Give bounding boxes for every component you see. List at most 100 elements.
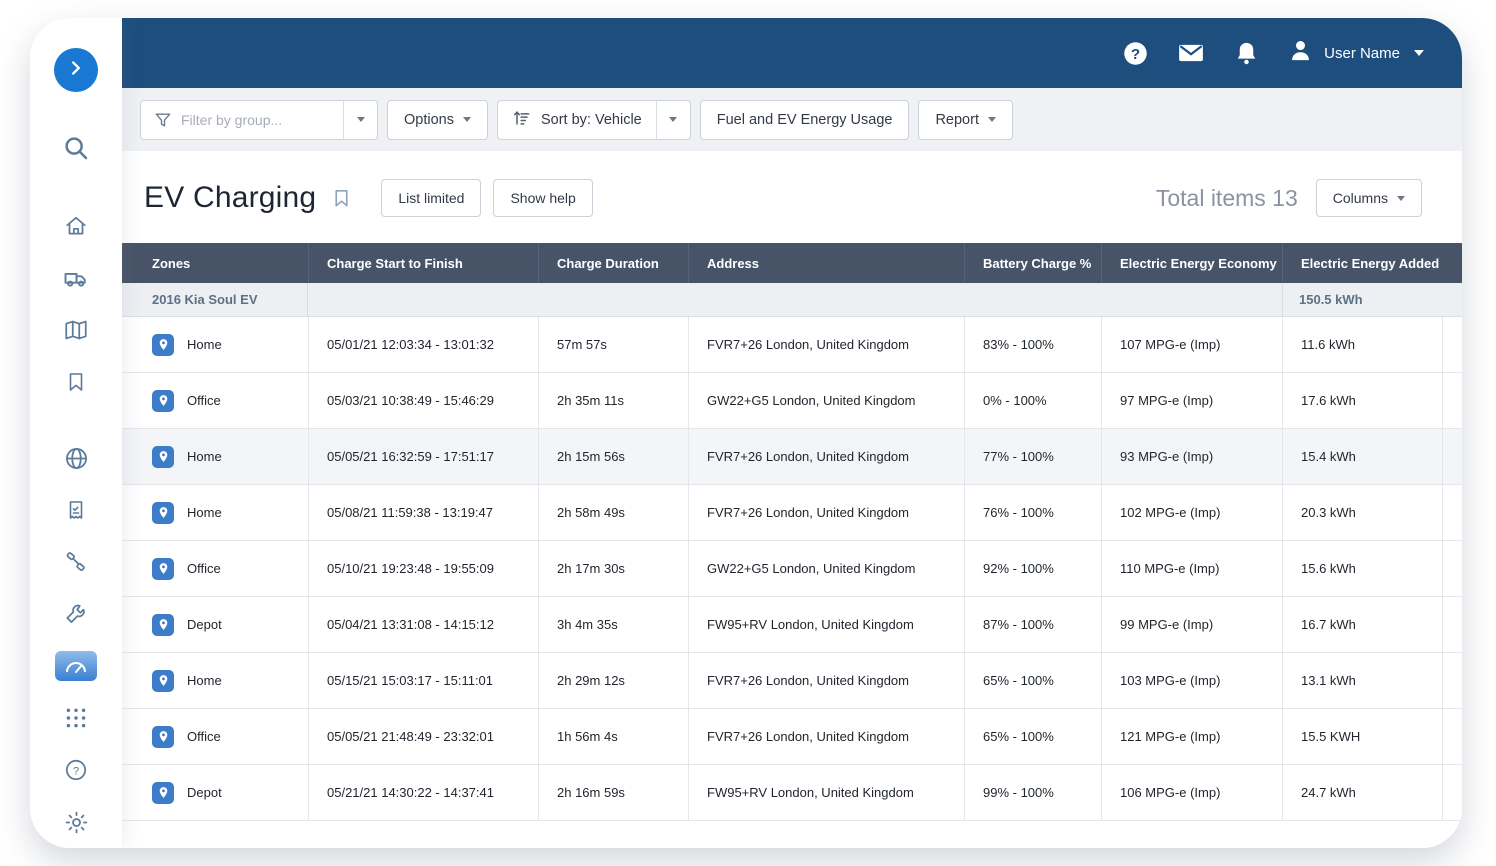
column-header-electric-energy-economy[interactable]: Electric Energy Economy <box>1101 243 1282 283</box>
sidebar-expand-button[interactable] <box>54 48 98 92</box>
sidebar-item-connections[interactable] <box>50 536 102 588</box>
mail-icon[interactable] <box>1176 38 1206 68</box>
zone-label: Depot <box>187 617 222 632</box>
sidebar-item-home[interactable] <box>50 200 102 252</box>
bookmark-outline-icon[interactable] <box>330 185 353 211</box>
charge-start-finish-cell: 05/08/21 11:59:38 - 13:19:47 <box>308 485 538 540</box>
address-cell: FVR7+26 London, United Kingdom <box>688 429 964 484</box>
electric-energy-added-cell: 11.6 kWh <box>1282 317 1442 372</box>
sort-button[interactable]: Sort by: Vehicle <box>498 101 656 139</box>
list-limited-button[interactable]: List limited <box>381 179 481 217</box>
location-pin-icon <box>152 390 174 412</box>
app-window: ? ? User Name <box>30 18 1462 848</box>
options-button[interactable]: Options <box>387 100 488 140</box>
battery-charge-cell: 77% - 100% <box>964 429 1101 484</box>
table-row[interactable]: Home 05/01/21 12:03:34 - 13:01:32 57m 57… <box>122 317 1462 373</box>
wrench-icon <box>63 601 89 627</box>
charge-duration-cell: 1h 56m 4s <box>538 709 688 764</box>
caret-down-icon <box>357 117 365 122</box>
table-row[interactable]: Home 05/08/21 11:59:38 - 13:19:47 2h 58m… <box>122 485 1462 541</box>
column-header-charge-start-to-finish[interactable]: Charge Start to Finish <box>308 243 538 283</box>
total-items-label: Total items 13 <box>1156 185 1298 212</box>
filter-group <box>140 100 378 140</box>
location-pin-icon <box>152 614 174 636</box>
table-row[interactable]: Office 05/05/21 21:48:49 - 23:32:01 1h 5… <box>122 709 1462 765</box>
sidebar-item-search[interactable] <box>50 122 102 174</box>
electric-energy-added-cell: 13.1 kWh <box>1282 653 1442 708</box>
sidebar-item-reports[interactable] <box>50 484 102 536</box>
table-row[interactable]: Depot 05/21/21 14:30:22 - 14:37:41 2h 16… <box>122 765 1462 821</box>
show-help-button[interactable]: Show help <box>493 179 592 217</box>
zone-label: Office <box>187 729 221 744</box>
sidebar-item-settings[interactable] <box>50 796 102 848</box>
charge-duration-cell: 57m 57s <box>538 317 688 372</box>
zone-cell: Office <box>122 373 308 428</box>
zone-cell: Home <box>122 317 308 372</box>
zone-cell: Depot <box>122 765 308 820</box>
electric-energy-economy-cell: 106 MPG-e (Imp) <box>1101 765 1282 820</box>
map-icon <box>63 317 89 343</box>
sidebar-item-map[interactable] <box>50 304 102 356</box>
electric-energy-added-cell: 17.6 kWh <box>1282 373 1442 428</box>
electric-energy-economy-cell: 103 MPG-e (Imp) <box>1101 653 1282 708</box>
location-pin-icon <box>152 334 174 356</box>
zone-cell: Home <box>122 429 308 484</box>
filter-input[interactable] <box>173 101 343 139</box>
column-header-battery-charge[interactable]: Battery Charge % <box>964 243 1101 283</box>
fuel-ev-energy-usage-button[interactable]: Fuel and EV Energy Usage <box>700 100 910 140</box>
zone-cell: Office <box>122 541 308 596</box>
zone-cell: Home <box>122 485 308 540</box>
zone-label: Home <box>187 673 222 688</box>
bell-icon[interactable] <box>1233 40 1260 67</box>
filter-dropdown-button[interactable] <box>343 101 377 139</box>
column-header-address[interactable]: Address <box>688 243 964 283</box>
sidebar-item-web[interactable] <box>50 432 102 484</box>
sidebar-item-apps[interactable] <box>50 692 102 744</box>
charge-duration-cell: 2h 29m 12s <box>538 653 688 708</box>
column-header-zones[interactable]: Zones <box>122 243 308 283</box>
sidebar-item-bookmarks[interactable] <box>50 356 102 408</box>
options-label: Options <box>404 112 454 128</box>
zone-cell: Home <box>122 653 308 708</box>
help-circle-icon[interactable]: ? <box>1122 40 1149 67</box>
zone-label: Office <box>187 393 221 408</box>
table-row[interactable]: Office 05/03/21 10:38:49 - 15:46:29 2h 3… <box>122 373 1462 429</box>
sort-dropdown-button[interactable] <box>656 101 690 139</box>
electric-energy-economy-cell: 102 MPG-e (Imp) <box>1101 485 1282 540</box>
svg-text:?: ? <box>73 765 79 777</box>
column-header-charge-duration[interactable]: Charge Duration <box>538 243 688 283</box>
sidebar-item-dashboard[interactable] <box>50 640 102 692</box>
content: EV Charging List limited Show help Total… <box>122 151 1462 848</box>
caret-down-icon <box>988 117 996 122</box>
charge-start-finish-cell: 05/05/21 21:48:49 - 23:32:01 <box>308 709 538 764</box>
charge-duration-cell: 2h 58m 49s <box>538 485 688 540</box>
table-row[interactable]: Office 05/10/21 19:23:48 - 19:55:09 2h 1… <box>122 541 1462 597</box>
user-menu[interactable]: User Name <box>1287 37 1424 69</box>
battery-charge-cell: 0% - 100% <box>964 373 1101 428</box>
sidebar-item-help[interactable]: ? <box>50 744 102 796</box>
report-button[interactable]: Report <box>918 100 1013 140</box>
electric-energy-economy-cell: 121 MPG-e (Imp) <box>1101 709 1282 764</box>
gauge-icon <box>55 651 97 681</box>
caret-down-icon <box>1397 196 1405 201</box>
table-row[interactable]: Home 05/15/21 15:03:17 - 15:11:01 2h 29m… <box>122 653 1462 709</box>
electric-energy-added-cell: 16.7 kWh <box>1282 597 1442 652</box>
show-help-label: Show help <box>510 190 575 206</box>
zone-label: Home <box>187 449 222 464</box>
table-row[interactable]: Depot 05/04/21 13:31:08 - 14:15:12 3h 4m… <box>122 597 1462 653</box>
sort-label: Sort by: Vehicle <box>541 112 642 128</box>
location-pin-icon <box>152 670 174 692</box>
column-header-electric-energy-added[interactable]: Electric Energy Added <box>1282 243 1442 283</box>
columns-label: Columns <box>1333 190 1388 206</box>
columns-button[interactable]: Columns <box>1316 179 1422 217</box>
vehicle-group-row[interactable]: 2016 Kia Soul EV 150.5 kWh <box>122 283 1462 317</box>
charge-duration-cell: 2h 17m 30s <box>538 541 688 596</box>
table-row[interactable]: Home 05/05/21 16:32:59 - 17:51:17 2h 15m… <box>122 429 1462 485</box>
receipt-icon <box>64 498 88 522</box>
sidebar-item-tools[interactable] <box>50 588 102 640</box>
fuel-ev-energy-usage-label: Fuel and EV Energy Usage <box>717 112 893 128</box>
charge-duration-cell: 2h 16m 59s <box>538 765 688 820</box>
caret-down-icon <box>1414 50 1424 56</box>
sidebar-item-vehicles[interactable] <box>50 252 102 304</box>
battery-charge-cell: 65% - 100% <box>964 709 1101 764</box>
